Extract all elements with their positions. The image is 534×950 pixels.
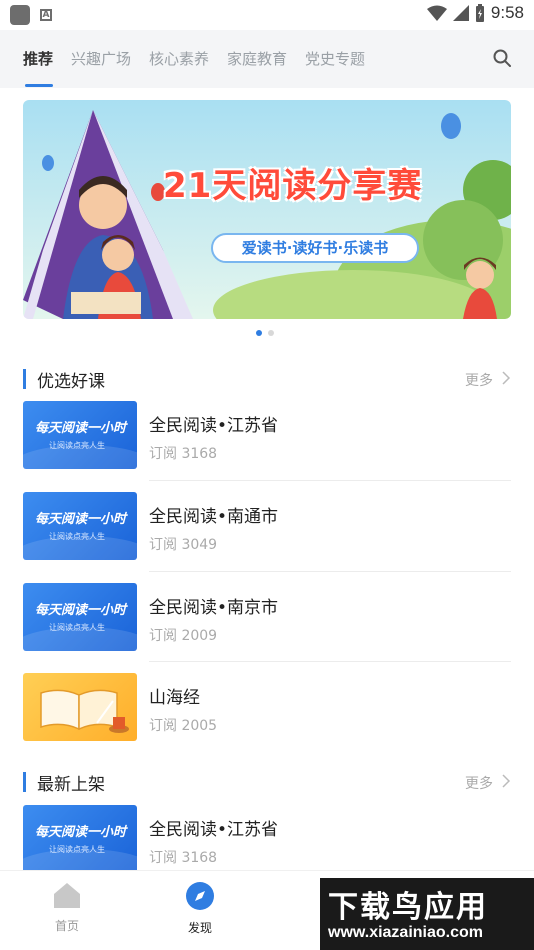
- section-title: 优选好课: [37, 372, 105, 392]
- banner-pagination: [256, 330, 274, 336]
- tab-recommend[interactable]: 推荐: [23, 48, 53, 69]
- nav-label: 首页: [54, 919, 79, 933]
- divider: [149, 661, 511, 662]
- nav-label: 发现: [187, 921, 212, 935]
- search-icon[interactable]: [492, 48, 512, 68]
- promo-banner[interactable]: 21天阅读分享赛 爱读书·读好书·乐读书: [23, 100, 511, 319]
- category-tabs: 推荐 兴趣广场 核心素养 家庭教育 党史专题: [0, 30, 534, 88]
- course-item[interactable]: 每天阅读一小时 让阅读点亮人生 全民阅读•江苏省 订阅 3168: [23, 805, 511, 873]
- page-dot: [256, 330, 262, 336]
- section-accent-bar: [23, 772, 26, 792]
- subscription-count: 订阅 3168: [149, 850, 218, 866]
- more-link[interactable]: 更多: [465, 773, 493, 793]
- watermark-title: 下载鸟应用: [328, 890, 488, 925]
- course-item[interactable]: 每天阅读一小时 让阅读点亮人生 全民阅读•南京市 订阅 2009: [23, 583, 511, 651]
- thumbnail-title: 每天阅读一小时: [35, 825, 127, 840]
- banner-title: 21天阅读分享赛: [163, 166, 423, 206]
- course-thumbnail: 每天阅读一小时 让阅读点亮人生: [23, 401, 137, 469]
- subscription-count: 订阅 3049: [149, 537, 218, 553]
- course-item[interactable]: 每天阅读一小时 让阅读点亮人生 全民阅读•江苏省 订阅 3168: [23, 401, 511, 469]
- course-thumbnail: [23, 673, 137, 741]
- thumbnail-subtitle: 让阅读点亮人生: [49, 532, 105, 541]
- wifi-icon: [426, 5, 447, 21]
- tab-interest-square[interactable]: 兴趣广场: [71, 48, 131, 69]
- course-title: 全民阅读•南京市: [149, 598, 279, 618]
- tab-family-education[interactable]: 家庭教育: [227, 48, 287, 69]
- course-title: 全民阅读•江苏省: [149, 820, 279, 840]
- subscription-count: 订阅 2005: [149, 718, 218, 734]
- keyboard-icon: A: [40, 9, 52, 21]
- thumbnail-title: 每天阅读一小时: [35, 512, 127, 527]
- signal-icon: [452, 5, 469, 21]
- section-title: 最新上架: [37, 775, 105, 795]
- tab-core-literacy[interactable]: 核心素养: [149, 48, 209, 69]
- chevron-right-icon[interactable]: [501, 774, 511, 788]
- subscription-count: 订阅 3168: [149, 446, 218, 462]
- status-bar: A 9:58: [0, 0, 534, 30]
- banner-slogan: 爱读书·读好书·乐读书: [211, 233, 419, 263]
- book-icon: [40, 689, 129, 733]
- course-item[interactable]: 山海经 订阅 2005: [23, 673, 511, 741]
- compass-icon: [186, 882, 214, 910]
- tab-party-history[interactable]: 党史专题: [305, 48, 365, 69]
- clock: 9:58: [490, 3, 524, 22]
- thumbnail-subtitle: 让阅读点亮人生: [49, 441, 105, 450]
- course-title: 全民阅读•南通市: [149, 507, 279, 527]
- divider: [149, 571, 511, 572]
- thumbnail-title: 每天阅读一小时: [35, 421, 127, 436]
- watermark-logo: 下载鸟应用 www.xiazainiao.com: [320, 878, 534, 950]
- divider: [149, 480, 511, 481]
- course-thumbnail: 每天阅读一小时 让阅读点亮人生: [23, 583, 137, 651]
- battery-icon: [475, 4, 484, 22]
- more-link[interactable]: 更多: [465, 370, 493, 390]
- latest-section-header: 最新上架 更多: [23, 770, 511, 795]
- featured-section-header: 优选好课 更多: [23, 367, 511, 392]
- thumbnail-subtitle: 让阅读点亮人生: [49, 845, 105, 854]
- course-title: 全民阅读•江苏省: [149, 416, 279, 436]
- section-accent-bar: [23, 369, 26, 389]
- chevron-right-icon[interactable]: [501, 371, 511, 385]
- course-title: 山海经: [149, 688, 200, 708]
- course-thumbnail: 每天阅读一小时 让阅读点亮人生: [23, 805, 137, 873]
- course-item[interactable]: 每天阅读一小时 让阅读点亮人生 全民阅读•南通市 订阅 3049: [23, 492, 511, 560]
- course-thumbnail: 每天阅读一小时 让阅读点亮人生: [23, 492, 137, 560]
- page-dot: [268, 330, 274, 336]
- thumbnail-title: 每天阅读一小时: [35, 603, 127, 618]
- watermark-url: www.xiazainiao.com: [328, 924, 484, 941]
- thumbnail-subtitle: 让阅读点亮人生: [49, 623, 105, 632]
- active-tab-indicator: [25, 84, 53, 87]
- subscription-count: 订阅 2009: [149, 628, 218, 644]
- notification-icon: [10, 5, 30, 25]
- nav-home[interactable]: 首页: [37, 881, 97, 934]
- home-icon: [54, 883, 80, 908]
- banner-illustration: [23, 100, 511, 319]
- nav-discover[interactable]: 发现: [170, 881, 230, 936]
